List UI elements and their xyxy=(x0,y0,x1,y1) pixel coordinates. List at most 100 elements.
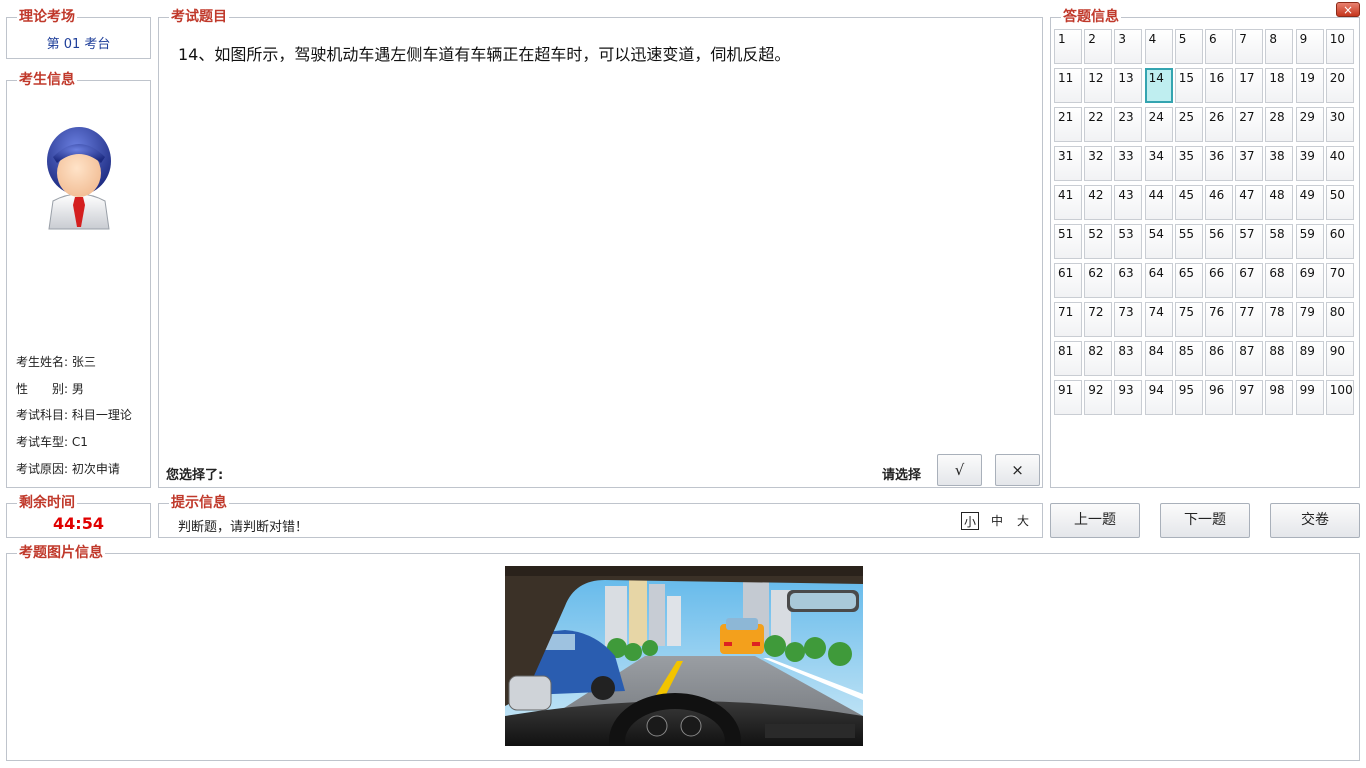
question-number-cell[interactable]: 28 xyxy=(1265,107,1294,142)
question-number-cell[interactable]: 7 xyxy=(1235,29,1264,64)
question-number-cell[interactable]: 48 xyxy=(1265,185,1294,220)
question-number-cell[interactable]: 10 xyxy=(1325,29,1354,64)
question-number-cell[interactable]: 67 xyxy=(1235,263,1264,298)
question-number-cell[interactable]: 13 xyxy=(1114,68,1143,103)
question-number-cell[interactable]: 15 xyxy=(1174,68,1203,103)
question-number-cell[interactable]: 97 xyxy=(1235,380,1264,415)
question-number-cell[interactable]: 30 xyxy=(1325,107,1354,142)
question-number-cell[interactable]: 59 xyxy=(1295,224,1324,259)
question-number-cell[interactable]: 1 xyxy=(1054,29,1082,64)
question-number-cell[interactable]: 82 xyxy=(1084,341,1113,376)
question-number-cell[interactable]: 27 xyxy=(1235,107,1264,142)
question-number-cell[interactable]: 5 xyxy=(1174,29,1203,64)
question-number-cell[interactable]: 74 xyxy=(1144,302,1173,337)
question-number-cell[interactable]: 42 xyxy=(1084,185,1113,220)
question-number-cell[interactable]: 99 xyxy=(1295,380,1324,415)
question-number-cell[interactable]: 32 xyxy=(1084,146,1113,181)
question-number-cell[interactable]: 12 xyxy=(1084,68,1113,103)
question-number-cell[interactable]: 36 xyxy=(1205,146,1233,181)
question-number-cell[interactable]: 63 xyxy=(1114,263,1143,298)
question-number-cell[interactable]: 100 xyxy=(1325,380,1354,415)
question-number-cell[interactable]: 9 xyxy=(1295,29,1324,64)
question-number-cell[interactable]: 3 xyxy=(1114,29,1143,64)
question-number-cell[interactable]: 88 xyxy=(1265,341,1294,376)
question-number-cell[interactable]: 53 xyxy=(1114,224,1143,259)
question-number-cell[interactable]: 35 xyxy=(1174,146,1203,181)
font-size-small-button[interactable]: 小 xyxy=(961,512,979,530)
question-number-cell[interactable]: 94 xyxy=(1144,380,1173,415)
question-number-cell[interactable]: 18 xyxy=(1265,68,1294,103)
question-number-cell[interactable]: 87 xyxy=(1235,341,1264,376)
question-number-cell[interactable]: 86 xyxy=(1205,341,1233,376)
question-number-cell[interactable]: 92 xyxy=(1084,380,1113,415)
question-number-cell[interactable]: 52 xyxy=(1084,224,1113,259)
question-number-cell[interactable]: 45 xyxy=(1174,185,1203,220)
question-number-cell[interactable]: 19 xyxy=(1295,68,1324,103)
question-number-cell[interactable]: 56 xyxy=(1205,224,1233,259)
question-number-cell[interactable]: 47 xyxy=(1235,185,1264,220)
question-number-cell[interactable]: 51 xyxy=(1054,224,1082,259)
question-number-cell[interactable]: 77 xyxy=(1235,302,1264,337)
question-number-cell[interactable]: 93 xyxy=(1114,380,1143,415)
false-button[interactable]: × xyxy=(995,454,1040,486)
question-number-cell[interactable]: 31 xyxy=(1054,146,1082,181)
question-number-cell[interactable]: 26 xyxy=(1205,107,1233,142)
question-number-cell[interactable]: 66 xyxy=(1205,263,1233,298)
question-number-cell[interactable]: 68 xyxy=(1265,263,1294,298)
question-number-cell[interactable]: 25 xyxy=(1174,107,1203,142)
question-number-cell[interactable]: 55 xyxy=(1174,224,1203,259)
question-number-cell[interactable]: 40 xyxy=(1325,146,1354,181)
question-number-cell[interactable]: 64 xyxy=(1144,263,1173,298)
question-number-cell[interactable]: 41 xyxy=(1054,185,1082,220)
question-number-cell[interactable]: 33 xyxy=(1114,146,1143,181)
question-number-cell[interactable]: 22 xyxy=(1084,107,1113,142)
question-number-cell[interactable]: 95 xyxy=(1174,380,1203,415)
question-number-cell[interactable]: 8 xyxy=(1265,29,1294,64)
question-number-cell[interactable]: 2 xyxy=(1084,29,1113,64)
question-number-cell[interactable]: 76 xyxy=(1205,302,1233,337)
question-number-cell[interactable]: 57 xyxy=(1235,224,1264,259)
question-number-cell[interactable]: 4 xyxy=(1144,29,1173,64)
true-button[interactable]: √ xyxy=(937,454,982,486)
question-number-cell[interactable]: 78 xyxy=(1265,302,1294,337)
question-number-cell[interactable]: 83 xyxy=(1114,341,1143,376)
question-number-cell[interactable]: 14 xyxy=(1144,68,1173,103)
question-number-cell[interactable]: 98 xyxy=(1265,380,1294,415)
question-number-cell[interactable]: 71 xyxy=(1054,302,1082,337)
question-number-cell[interactable]: 61 xyxy=(1054,263,1082,298)
question-number-cell[interactable]: 39 xyxy=(1295,146,1324,181)
question-number-cell[interactable]: 38 xyxy=(1265,146,1294,181)
question-number-cell[interactable]: 81 xyxy=(1054,341,1082,376)
question-number-cell[interactable]: 79 xyxy=(1295,302,1324,337)
submit-exam-button[interactable]: 交卷 xyxy=(1270,503,1360,538)
font-size-medium-button[interactable]: 中 xyxy=(988,512,1006,530)
question-number-cell[interactable]: 73 xyxy=(1114,302,1143,337)
question-number-cell[interactable]: 75 xyxy=(1174,302,1203,337)
question-number-cell[interactable]: 84 xyxy=(1144,341,1173,376)
question-number-cell[interactable]: 16 xyxy=(1205,68,1233,103)
question-number-cell[interactable]: 49 xyxy=(1295,185,1324,220)
question-number-cell[interactable]: 50 xyxy=(1325,185,1354,220)
question-number-cell[interactable]: 58 xyxy=(1265,224,1294,259)
question-number-cell[interactable]: 65 xyxy=(1174,263,1203,298)
question-number-cell[interactable]: 90 xyxy=(1325,341,1354,376)
question-number-cell[interactable]: 20 xyxy=(1325,68,1354,103)
question-number-cell[interactable]: 70 xyxy=(1325,263,1354,298)
question-number-cell[interactable]: 43 xyxy=(1114,185,1143,220)
question-number-cell[interactable]: 91 xyxy=(1054,380,1082,415)
question-number-cell[interactable]: 80 xyxy=(1325,302,1354,337)
prev-question-button[interactable]: 上一题 xyxy=(1050,503,1140,538)
next-question-button[interactable]: 下一题 xyxy=(1160,503,1250,538)
question-number-cell[interactable]: 24 xyxy=(1144,107,1173,142)
question-number-cell[interactable]: 29 xyxy=(1295,107,1324,142)
question-number-cell[interactable]: 69 xyxy=(1295,263,1324,298)
question-number-cell[interactable]: 21 xyxy=(1054,107,1082,142)
question-number-cell[interactable]: 17 xyxy=(1235,68,1264,103)
close-button[interactable]: × xyxy=(1336,2,1360,17)
question-number-cell[interactable]: 6 xyxy=(1205,29,1233,64)
question-number-cell[interactable]: 96 xyxy=(1205,380,1233,415)
question-number-cell[interactable]: 89 xyxy=(1295,341,1324,376)
question-number-cell[interactable]: 11 xyxy=(1054,68,1082,103)
question-number-cell[interactable]: 37 xyxy=(1235,146,1264,181)
question-number-cell[interactable]: 60 xyxy=(1325,224,1354,259)
